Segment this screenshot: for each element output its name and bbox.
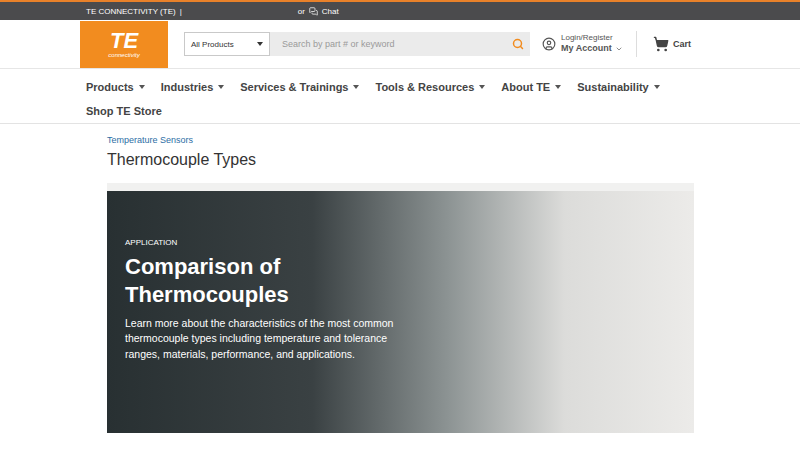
- hero-banner[interactable]: APPLICATION Comparison of Thermocouples Le…: [107, 183, 694, 433]
- shop-link[interactable]: Shop TE Store: [0, 97, 800, 124]
- chat-icon[interactable]: [309, 7, 318, 16]
- nav-item[interactable]: Sustainability: [577, 81, 660, 93]
- cart-button[interactable]: Cart: [653, 36, 691, 52]
- hero-description: Learn more about the characteristics of …: [125, 316, 407, 362]
- or-text: or: [298, 7, 305, 16]
- nav-item[interactable]: Industries: [161, 81, 225, 93]
- logo[interactable]: TEconnectivity: [80, 21, 168, 68]
- page: TE CONNECTIVITY (TE) | or Chat TEconnectivit…: [0, 0, 800, 433]
- hero-eyebrow: APPLICATION: [125, 238, 407, 247]
- top-bar: TE CONNECTIVITY (TE) | or Chat: [0, 0, 800, 20]
- account-menu[interactable]: Login/RegisterMy Account: [542, 31, 637, 57]
- nav-item[interactable]: Services & Trainings: [240, 81, 359, 93]
- separator: |: [180, 7, 182, 16]
- search-input[interactable]: [270, 32, 506, 56]
- chat-link[interactable]: Chat: [322, 7, 339, 16]
- content: Temperature Sensors Thermocouple Types APP…: [0, 124, 800, 433]
- main-nav: Products Industries Services & Trainings To…: [0, 69, 800, 97]
- user-icon[interactable]: [542, 37, 556, 51]
- search-scope-select[interactable]: All Products: [184, 32, 270, 56]
- page-title: Thermocouple Types: [107, 151, 800, 169]
- login-link[interactable]: Login/Register: [561, 33, 623, 43]
- nav-item[interactable]: About TE: [501, 81, 561, 93]
- my-account[interactable]: My Account: [561, 43, 623, 55]
- search-bar: All Products: [184, 32, 530, 56]
- cart-icon[interactable]: [653, 36, 669, 52]
- header: TEconnectivity All Products Login/Register…: [0, 20, 800, 69]
- company-link[interactable]: TE CONNECTIVITY (TE): [86, 7, 176, 16]
- nav-item[interactable]: Tools & Resources: [375, 81, 485, 93]
- search-icon[interactable]: [512, 38, 524, 50]
- hero-title: Comparison of Thermocouples: [125, 253, 375, 308]
- nav-item[interactable]: Products: [86, 81, 145, 93]
- search-button[interactable]: [506, 32, 530, 56]
- breadcrumb[interactable]: Temperature Sensors: [107, 135, 800, 145]
